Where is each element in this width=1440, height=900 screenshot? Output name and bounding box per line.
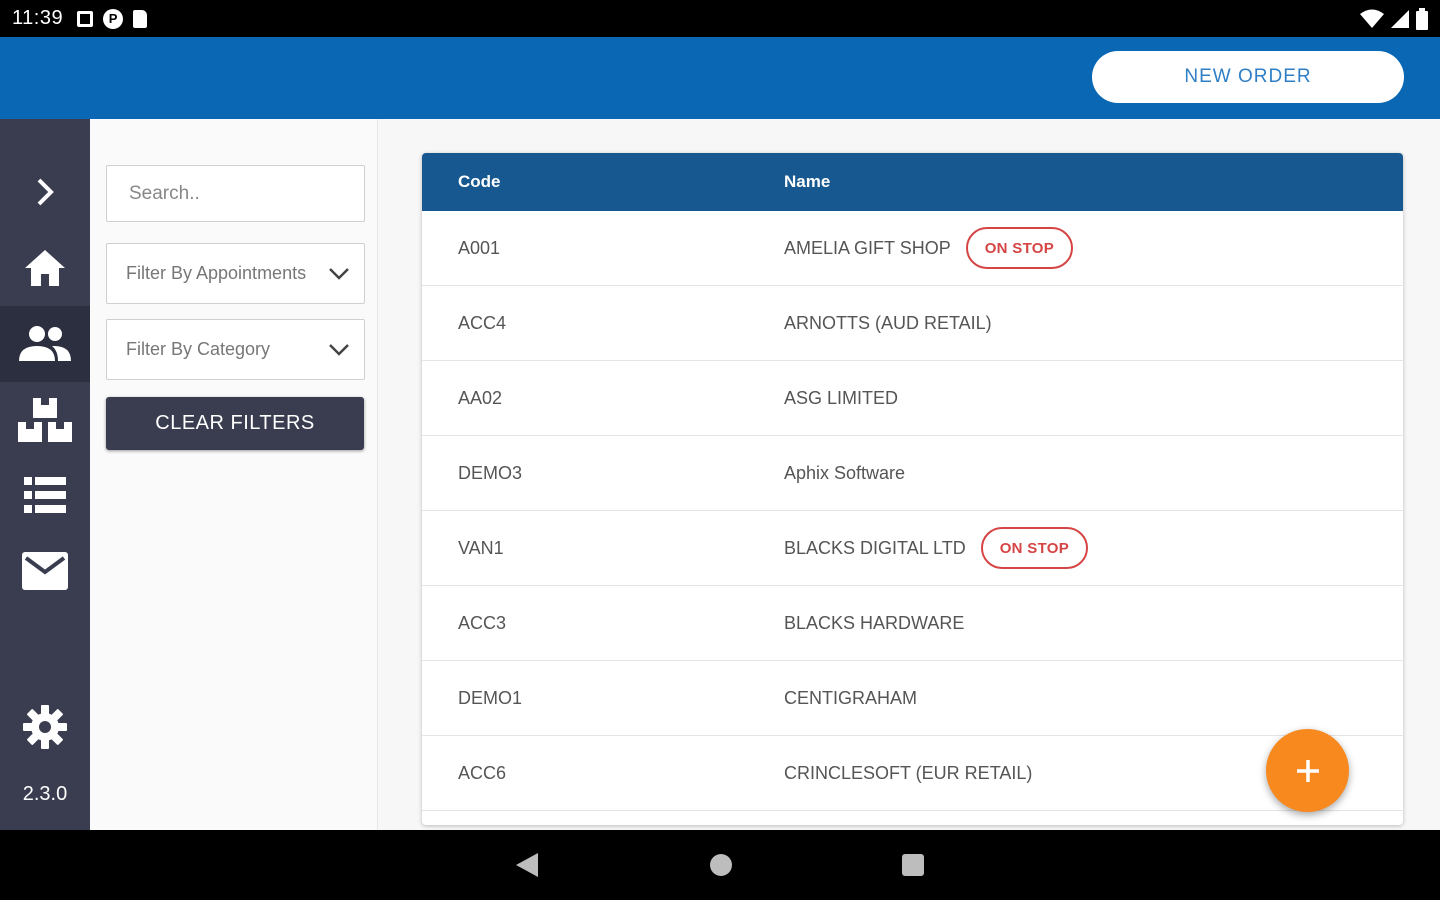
cell-name: ASG LIMITED [784,388,898,409]
side-nav: 2.3.0 [0,119,90,830]
cell-code: ACC6 [458,762,507,783]
customer-name: ASG LIMITED [784,387,899,408]
header-name[interactable]: Name [784,172,830,192]
nav-orders[interactable] [0,457,90,533]
signal-icon [1391,9,1409,28]
back-triangle-icon [516,853,538,877]
cell-name: BLACKS HARDWARE [784,613,964,634]
cell-code: VAN1 [458,537,504,558]
add-fab-button[interactable] [1266,729,1349,812]
customer-name: CENTIGRAHAM [784,687,918,708]
header-code[interactable]: Code [458,172,501,192]
nav-settings[interactable] [0,689,90,765]
people-icon [19,326,71,361]
plus-icon [1296,759,1319,782]
filter-appointments-select[interactable]: Filter By Appointments [106,243,365,304]
cell-code: DEMO3 [458,462,523,483]
filter-category-label: Filter By Category [126,339,271,359]
nav-home[interactable] [0,230,90,306]
battery-icon [1416,7,1428,30]
notification-p-icon: P [103,8,124,29]
filter-category-select[interactable]: Filter By Category [106,319,365,380]
list-icon [24,477,66,513]
table-row[interactable]: AA02 ASG LIMITED [422,361,1403,436]
cell-name: ARNOTTS (AUD RETAIL) [784,313,992,334]
cell-code: ACC4 [458,312,507,333]
nav-expand[interactable] [0,154,90,230]
table-row[interactable]: DEMO1 CENTIGRAHAM [422,661,1403,736]
on-stop-badge: ON STOP [980,527,1089,569]
table-row[interactable]: A001 AMELIA GIFT SHOP ON STOP [422,211,1403,286]
app-bar: NEW ORDER [0,37,1440,119]
customer-table: Code Name A001 AMELIA GIFT SHOP ON STOP ACC… [422,153,1403,825]
mail-icon [22,552,68,590]
new-order-button[interactable]: NEW ORDER [1092,51,1404,103]
customer-name: CRINCLESOFT (EUR RETAIL) [784,762,1033,783]
nav-customers[interactable] [0,306,90,382]
gear-icon [23,705,67,749]
home-icon [25,250,65,286]
status-bar: 11:39 P [0,0,1440,37]
cell-name: AMELIA GIFT SHOP ON STOP [784,227,1074,269]
table-body: A001 AMELIA GIFT SHOP ON STOP ACC4 ARNOTTS (… [422,211,1403,811]
android-nav-bar [0,830,1440,900]
app-version: 2.3.0 [22,783,68,805]
clear-filters-button[interactable]: CLEAR FILTERS [106,397,364,450]
recents-button[interactable] [898,850,928,880]
customer-name: BLACKS DIGITAL LTD [784,537,966,558]
table-row[interactable]: ACC3 BLACKS HARDWARE [422,586,1403,661]
home-circle-icon [710,854,732,876]
cell-name: CENTIGRAHAM [784,688,917,709]
chevron-down-icon [329,267,349,280]
chevron-down-icon [329,343,349,356]
wifi-icon [1360,9,1384,28]
cell-name: Aphix Software [784,463,905,484]
table-row[interactable]: DEMO3 Aphix Software [422,436,1403,511]
status-system-icons [1360,7,1428,30]
nav-messages[interactable] [0,533,90,609]
customer-name: AMELIA GIFT SHOP [784,237,951,258]
cell-code: AA02 [458,387,503,408]
status-time: 11:39 [12,7,64,29]
table-row[interactable]: ACC6 CRINCLESOFT (EUR RETAIL) [422,736,1403,811]
cell-name: CRINCLESOFT (EUR RETAIL) [784,763,1032,784]
chevron-right-icon [37,178,54,206]
customer-name: Aphix Software [784,462,906,483]
cell-code: A001 [458,237,501,258]
boxes-icon [18,398,72,442]
customer-name: ARNOTTS (AUD RETAIL) [784,312,992,333]
status-notification-icons: P [77,8,148,29]
filter-appointments-label: Filter By Appointments [126,263,307,283]
table-header: Code Name [422,153,1403,211]
table-row[interactable]: ACC4 ARNOTTS (AUD RETAIL) [422,286,1403,361]
recents-square-icon [902,854,924,876]
table-row[interactable]: VAN1 BLACKS DIGITAL LTD ON STOP [422,511,1403,586]
notification-square-icon [77,10,94,27]
search-input[interactable] [129,182,374,205]
filter-panel: Filter By Appointments Filter By Categor… [90,119,378,830]
home-nav-button[interactable] [706,850,736,880]
cell-code: ACC3 [458,612,507,633]
nav-products[interactable] [0,382,90,458]
on-stop-badge: ON STOP [965,227,1074,269]
search-box[interactable] [106,165,374,222]
customer-name: BLACKS HARDWARE [784,612,965,633]
back-button[interactable] [512,850,542,880]
cell-code: DEMO1 [458,687,523,708]
cell-name: BLACKS DIGITAL LTD ON STOP [784,527,1089,569]
sd-card-icon [133,9,148,28]
